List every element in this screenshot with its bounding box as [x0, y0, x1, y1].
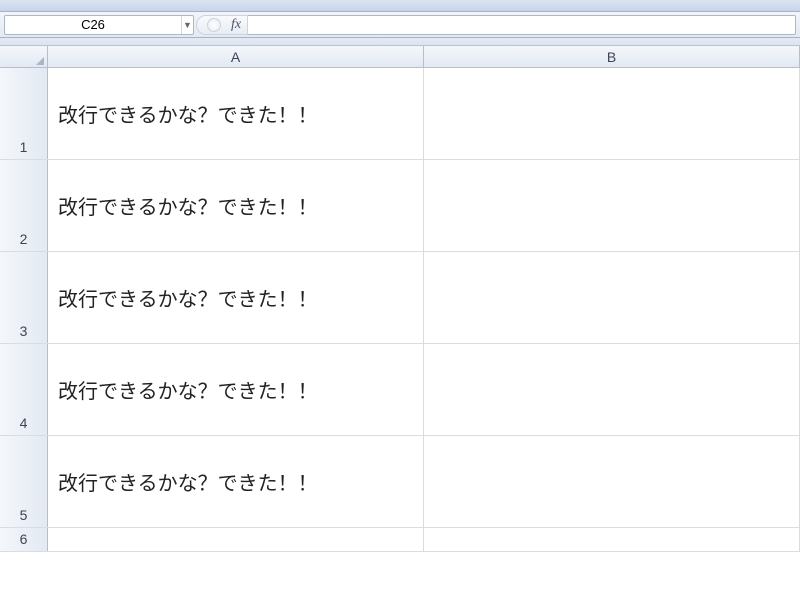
cell-B6[interactable] — [424, 528, 800, 551]
formula-area: fx — [196, 15, 796, 35]
row-header-2[interactable]: 2 — [0, 160, 48, 251]
separator-strip — [0, 38, 800, 46]
column-header-row: A B — [0, 46, 800, 68]
column-header-A[interactable]: A — [48, 46, 424, 67]
row-header-5[interactable]: 5 — [0, 436, 48, 527]
fx-button-group: fx — [196, 15, 248, 35]
spreadsheet-grid: A B 1 改行できるかな？できた！！ 2 改行できるかな？できた！！ 3 改行… — [0, 46, 800, 552]
cell-A6[interactable] — [48, 528, 424, 551]
row-header-1[interactable]: 1 — [0, 68, 48, 159]
row-header-4[interactable]: 4 — [0, 344, 48, 435]
fx-cancel-icon[interactable] — [207, 18, 221, 32]
row-header-3[interactable]: 3 — [0, 252, 48, 343]
cell-A1[interactable]: 改行できるかな？できた！！ — [48, 68, 424, 159]
cell-A4[interactable]: 改行できるかな？できた！！ — [48, 344, 424, 435]
fx-icon[interactable]: fx — [231, 17, 241, 33]
table-row: 5 改行できるかな？できた！！ — [0, 436, 800, 528]
table-row: 6 — [0, 528, 800, 552]
row-header-6[interactable]: 6 — [0, 528, 48, 551]
table-row: 1 改行できるかな？できた！！ — [0, 68, 800, 160]
cell-B5[interactable] — [424, 436, 800, 527]
name-box-dropdown-icon[interactable]: ▼ — [181, 16, 193, 34]
name-box[interactable] — [5, 17, 181, 32]
cell-A2[interactable]: 改行できるかな？できた！！ — [48, 160, 424, 251]
table-row: 2 改行できるかな？できた！！ — [0, 160, 800, 252]
formula-bar-row: ▼ fx — [0, 12, 800, 38]
formula-input[interactable] — [248, 15, 796, 35]
cell-A3[interactable]: 改行できるかな？できた！！ — [48, 252, 424, 343]
column-header-B[interactable]: B — [424, 46, 800, 67]
name-box-container[interactable]: ▼ — [4, 15, 194, 35]
cell-B1[interactable] — [424, 68, 800, 159]
table-row: 4 改行できるかな？できた！！ — [0, 344, 800, 436]
cell-A5[interactable]: 改行できるかな？できた！！ — [48, 436, 424, 527]
cell-B2[interactable] — [424, 160, 800, 251]
cell-B3[interactable] — [424, 252, 800, 343]
ribbon-strip — [0, 0, 800, 12]
cell-B4[interactable] — [424, 344, 800, 435]
table-row: 3 改行できるかな？できた！！ — [0, 252, 800, 344]
select-all-corner[interactable] — [0, 46, 48, 67]
